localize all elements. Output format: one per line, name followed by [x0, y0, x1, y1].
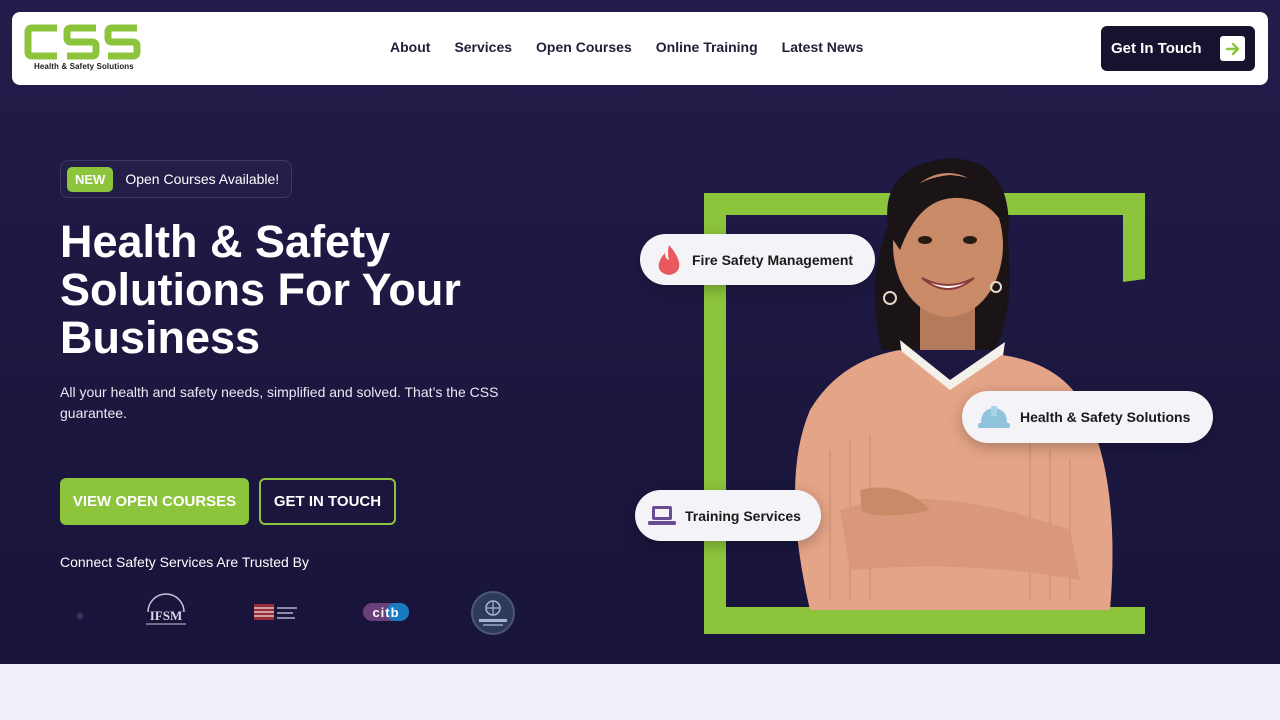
- nav-services[interactable]: Services: [454, 39, 512, 55]
- logo-tagline: Health & Safety Solutions: [34, 62, 134, 71]
- get-in-touch-label: Get In Touch: [1111, 40, 1202, 57]
- nav-latest-news[interactable]: Latest News: [782, 39, 864, 55]
- safety-accreditation-seal: [471, 591, 515, 635]
- hero-subtext: All your health and safety needs, simpli…: [60, 384, 499, 421]
- trusted-by-label: Connect Safety Services Are Trusted By: [60, 554, 310, 570]
- accreditation-logo: [254, 604, 297, 620]
- css-logo-icon: [24, 24, 141, 60]
- ifsm-logo-text: IFSM: [150, 608, 183, 623]
- woman-portrait-image: [795, 158, 1113, 610]
- site-header: Health & Safety Solutions About Services…: [12, 12, 1268, 85]
- site-logo[interactable]: Health & Safety Solutions: [24, 24, 144, 76]
- pill-fire-safety[interactable]: Fire Safety Management: [640, 234, 875, 285]
- announcement-badge[interactable]: NEW Open Courses Available!: [60, 160, 292, 198]
- hard-hat-icon: [976, 402, 1012, 432]
- get-in-touch-outline-button[interactable]: GET IN TOUCH: [259, 478, 396, 525]
- ifsm-logo: IFSM: [146, 593, 186, 625]
- next-section-top: [0, 664, 1280, 720]
- nav-online-training[interactable]: Online Training: [656, 39, 758, 55]
- citb-logo: citb: [363, 603, 409, 621]
- partner-logo-faded: [77, 613, 83, 619]
- pill-health-safety[interactable]: Health & Safety Solutions: [962, 391, 1213, 443]
- badge-text: Open Courses Available!: [125, 171, 280, 187]
- hero-headline: Health & Safety Solutions For Your Busin…: [60, 216, 461, 363]
- pill-label-training: Training Services: [685, 507, 801, 524]
- main-nav: About Services Open Courses Online Train…: [390, 39, 863, 55]
- pill-label-health: Health & Safety Solutions: [1020, 409, 1191, 425]
- nav-open-courses[interactable]: Open Courses: [536, 39, 632, 55]
- pill-training-services[interactable]: Training Services: [635, 490, 821, 541]
- flame-icon: [654, 244, 684, 275]
- view-open-courses-button[interactable]: VIEW OPEN COURSES: [60, 478, 249, 525]
- nav-about[interactable]: About: [390, 39, 430, 55]
- hero-section: Health & Safety Solutions About Services…: [0, 0, 1280, 664]
- pill-label-fire: Fire Safety Management: [692, 251, 854, 268]
- citb-logo-text: citb: [372, 605, 399, 620]
- laptop-icon: [647, 501, 677, 531]
- arrow-right-icon: [1220, 36, 1245, 61]
- new-tag: NEW: [67, 166, 114, 192]
- get-in-touch-button[interactable]: Get In Touch: [1101, 26, 1255, 71]
